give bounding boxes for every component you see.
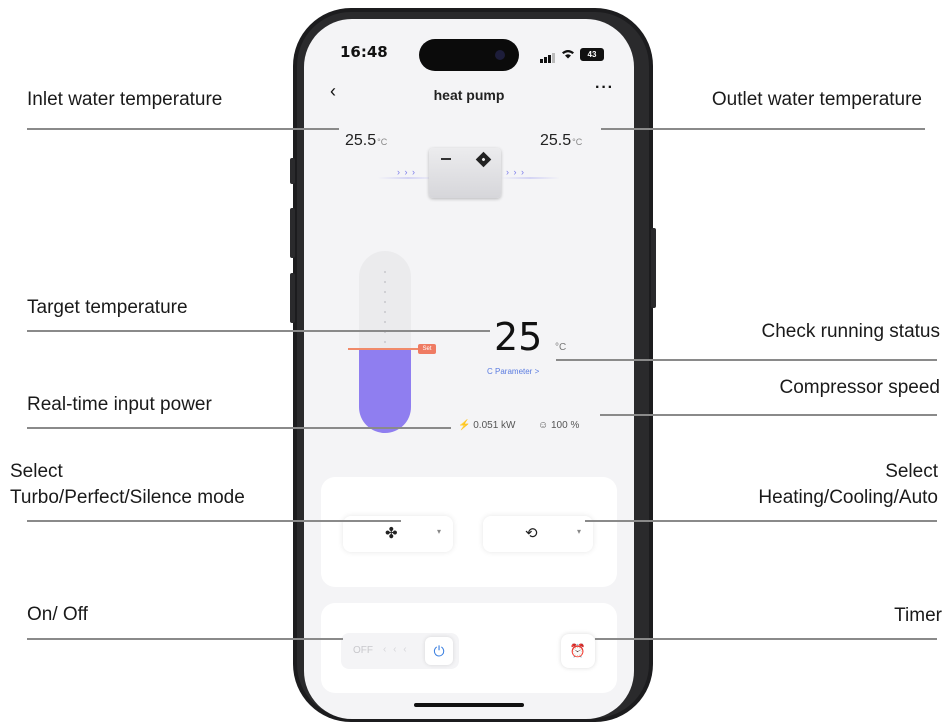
temperature-slider[interactable] xyxy=(359,251,411,433)
mode-card: ✤ ▾ ⟲ ▾ xyxy=(321,477,617,587)
outlet-temp-readout: 25.5°C xyxy=(540,132,582,150)
leader-outlet xyxy=(601,128,925,130)
callout-select-hc-1: Select xyxy=(885,461,938,482)
outlet-flow-arrows: › › › xyxy=(506,167,525,177)
status-icons: 43 xyxy=(540,45,604,63)
set-point-line xyxy=(348,348,428,350)
volume-down-button xyxy=(290,273,295,323)
camera-icon xyxy=(495,50,505,60)
phone-frame: 16:48 43 ‹ heat pump ··· 25.5°C 25.5°C ›… xyxy=(290,8,656,722)
alarm-clock-icon: ⏰ xyxy=(569,643,587,658)
callout-on-off: On/ Off xyxy=(27,604,88,625)
parameter-link[interactable]: C Parameter > xyxy=(487,367,539,376)
inlet-temp-unit: °C xyxy=(377,137,388,147)
signal-icon xyxy=(540,45,556,63)
side-button xyxy=(651,228,656,308)
leader-target xyxy=(27,330,490,332)
dynamic-island xyxy=(419,39,519,71)
auto-mode-icon: ⟲ xyxy=(525,525,538,542)
heat-pump-unit-image xyxy=(429,148,501,198)
callout-inlet-temp: Inlet water temperature xyxy=(27,89,223,110)
power-slider[interactable]: OFF ‹ ‹ ‹ ⏻ xyxy=(341,633,459,669)
timer-button[interactable]: ⏰ xyxy=(561,634,595,668)
leader-inlet xyxy=(27,128,339,130)
callout-select-hc-2: Heating/Cooling/Auto xyxy=(758,487,938,508)
gauge-icon: ☺ xyxy=(538,420,549,431)
callout-check-status: Check running status xyxy=(761,321,941,342)
leader-timer xyxy=(595,638,937,640)
leader-on-off xyxy=(27,638,343,640)
home-indicator xyxy=(414,703,524,707)
power-icon[interactable]: ⏻ xyxy=(425,637,453,665)
chevron-down-icon: ▾ xyxy=(436,527,441,536)
callout-compressor-speed: Compressor speed xyxy=(779,377,940,398)
leader-select-hc xyxy=(585,520,937,522)
callout-outlet-temp: Outlet water temperature xyxy=(711,89,922,110)
compressor-speed-value: 100 % xyxy=(551,420,580,431)
target-temp-value: 25 xyxy=(494,315,543,359)
outlet-temp-value: 25.5 xyxy=(540,132,572,149)
wifi-icon xyxy=(562,50,574,59)
status-time: 16:48 xyxy=(340,43,388,61)
outlet-flow-bar xyxy=(500,177,560,179)
heating-cooling-dropdown[interactable]: ⟲ ▾ xyxy=(483,516,593,552)
leader-input-power xyxy=(27,427,451,429)
slide-chevrons: ‹ ‹ ‹ xyxy=(383,644,409,655)
more-menu-button[interactable]: ··· xyxy=(595,79,614,97)
inlet-temp-value: 25.5 xyxy=(345,132,377,149)
inlet-flow-arrows: › › › xyxy=(397,167,416,177)
inlet-temp-readout: 25.5°C xyxy=(345,132,387,150)
volume-up-button xyxy=(290,208,295,258)
input-power-readout: ⚡ 0.051 kW xyxy=(458,420,515,431)
callout-timer: Timer xyxy=(894,605,942,626)
target-temp-unit: °C xyxy=(555,342,567,353)
leader-compressor xyxy=(600,414,937,416)
input-power-value: 0.051 kW xyxy=(473,420,516,431)
leader-check-status xyxy=(556,359,937,361)
set-point-tag[interactable]: Set xyxy=(418,344,436,354)
leader-select-mode xyxy=(27,520,401,522)
power-card: OFF ‹ ‹ ‹ ⏻ ⏰ xyxy=(321,603,617,693)
slider-fill xyxy=(359,349,411,433)
callout-input-power: Real-time input power xyxy=(27,394,212,415)
callout-select-mode-2: Turbo/Perfect/Silence mode xyxy=(10,487,245,508)
battery-icon: 43 xyxy=(580,47,604,61)
fan-icon: ✤ xyxy=(385,525,398,542)
outlet-temp-unit: °C xyxy=(572,137,583,147)
callout-target-temp: Target temperature xyxy=(27,297,188,318)
action-button xyxy=(290,158,295,184)
lightning-icon: ⚡ xyxy=(458,420,471,431)
phone-screen: 16:48 43 ‹ heat pump ··· 25.5°C 25.5°C ›… xyxy=(304,19,634,719)
chevron-down-icon: ▾ xyxy=(576,527,581,536)
compressor-speed-readout: ☺ 100 % xyxy=(538,420,579,431)
off-label: OFF xyxy=(353,645,373,656)
page-title: heat pump xyxy=(433,87,505,103)
callout-select-mode-1: Select xyxy=(10,461,63,482)
